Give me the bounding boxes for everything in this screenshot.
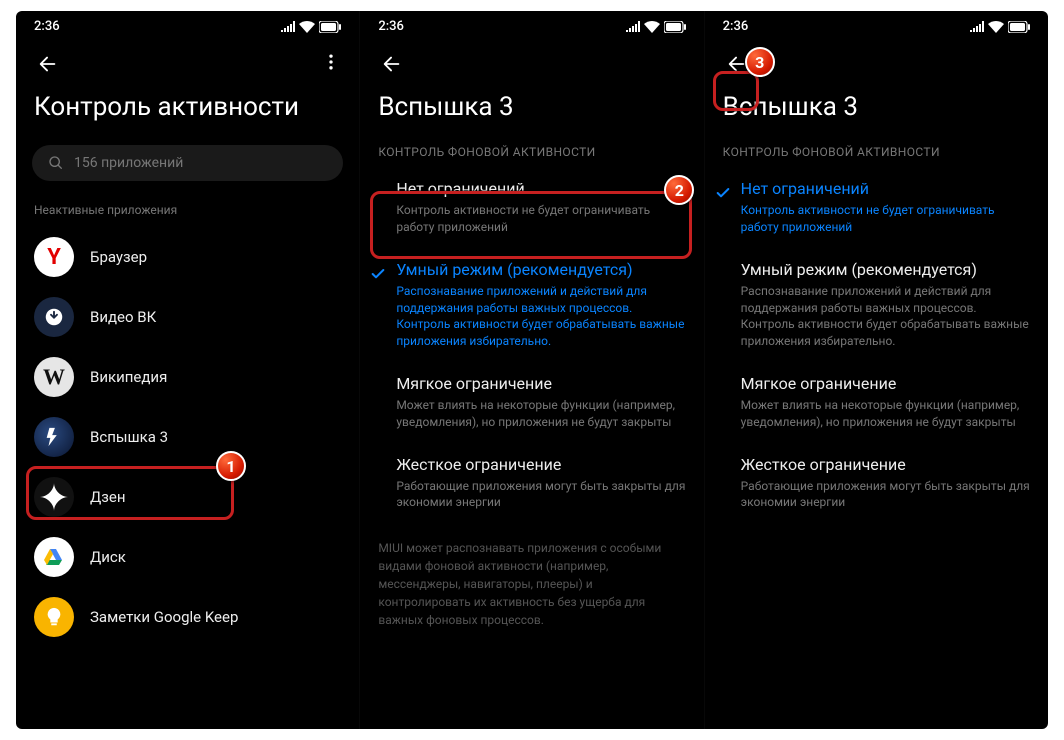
- app-item-keep[interactable]: Заметки Google Keep: [16, 587, 359, 647]
- tutorial-frame: 2:36 Контроль активности 156 приложений …: [16, 11, 1048, 729]
- search-input[interactable]: 156 приложений: [32, 145, 343, 181]
- app-item-wikipedia[interactable]: W Википедия: [16, 347, 359, 407]
- download-icon: [45, 308, 63, 326]
- option-desc: Распознавание приложений и действий для …: [396, 283, 685, 350]
- option-no-restrictions[interactable]: Нет ограничений Контроль активности не б…: [360, 169, 703, 250]
- search-placeholder: 156 приложений: [74, 155, 183, 171]
- app-icon: [34, 597, 74, 637]
- option-title: Жесткое ограничение: [741, 455, 1030, 474]
- back-button[interactable]: [723, 50, 751, 78]
- dzen-star-icon: [40, 483, 68, 511]
- more-vertical-icon: [321, 52, 341, 72]
- topbar: [360, 40, 703, 86]
- option-no-restrictions[interactable]: Нет ограничений Контроль активности не б…: [705, 169, 1048, 250]
- topbar: [16, 40, 359, 86]
- option-title: Нет ограничений: [741, 179, 1030, 198]
- app-icon: [34, 537, 74, 577]
- flash-icon: [43, 426, 65, 448]
- app-icon: [34, 297, 74, 337]
- app-icon: Y: [34, 237, 74, 277]
- option-hard[interactable]: Жесткое ограничение Работающие приложени…: [360, 445, 703, 526]
- app-item-vk[interactable]: Видео ВК: [16, 287, 359, 347]
- status-icons: [626, 21, 686, 33]
- signal-icon: [970, 21, 984, 32]
- arrow-left-icon: [381, 53, 403, 75]
- option-title: Мягкое ограничение: [741, 374, 1030, 393]
- phone-screen-3: 2:36 Вспышка 3 КОНТРОЛЬ ФОНОВОЙ АКТИВНОС…: [704, 11, 1048, 729]
- app-name: Браузер: [90, 248, 147, 266]
- wifi-icon: [988, 21, 1004, 33]
- info-text: MIUI может распознавать приложения с осо…: [360, 525, 703, 643]
- battery-icon: [664, 21, 686, 33]
- section-label: Неактивные приложения: [16, 199, 359, 227]
- app-name: Видео ВК: [90, 308, 156, 326]
- signal-icon: [626, 21, 640, 32]
- topbar: [705, 40, 1048, 86]
- page-title: Контроль активности: [16, 86, 359, 141]
- section-label: КОНТРОЛЬ ФОНОВОЙ АКТИВНОСТИ: [360, 141, 703, 169]
- option-title: Нет ограничений: [396, 179, 685, 198]
- drive-icon: [42, 545, 66, 569]
- battery-icon: [319, 21, 341, 33]
- page-title: Вспышка 3: [360, 86, 703, 141]
- battery-icon: [1008, 21, 1030, 33]
- app-name: Заметки Google Keep: [90, 608, 238, 626]
- status-bar: 2:36: [705, 11, 1048, 40]
- option-title: Умный режим (рекомендуется): [396, 260, 685, 279]
- status-icons: [970, 21, 1030, 33]
- option-soft[interactable]: Мягкое ограничение Может влиять на некот…: [360, 364, 703, 445]
- app-icon: [34, 417, 74, 457]
- wifi-icon: [299, 21, 315, 33]
- app-name: Диск: [90, 548, 126, 566]
- option-title: Умный режим (рекомендуется): [741, 260, 1030, 279]
- option-title: Мягкое ограничение: [396, 374, 685, 393]
- option-desc: Может влиять на некоторые функции (напри…: [741, 397, 1030, 431]
- status-time: 2:36: [723, 19, 749, 34]
- page-title: Вспышка 3: [705, 86, 1048, 141]
- app-icon: [34, 477, 74, 517]
- section-label: КОНТРОЛЬ ФОНОВОЙ АКТИВНОСТИ: [705, 141, 1048, 169]
- status-time: 2:36: [378, 19, 404, 34]
- status-bar: 2:36: [16, 11, 359, 40]
- phone-screen-2: 2:36 Вспышка 3 КОНТРОЛЬ ФОНОВОЙ АКТИВНОС…: [359, 11, 703, 729]
- status-time: 2:36: [34, 19, 60, 34]
- arrow-left-icon: [726, 53, 748, 75]
- phone-screen-1: 2:36 Контроль активности 156 приложений …: [16, 11, 359, 729]
- signal-icon: [281, 21, 295, 32]
- back-button[interactable]: [378, 50, 406, 78]
- option-smart[interactable]: Умный режим (рекомендуется) Распознавани…: [360, 250, 703, 364]
- check-icon: [715, 185, 731, 201]
- app-name: Википедия: [90, 368, 167, 386]
- app-item-browser[interactable]: Y Браузер: [16, 227, 359, 287]
- app-name: Вспышка 3: [90, 428, 168, 446]
- option-desc: Может влиять на некоторые функции (напри…: [396, 397, 685, 431]
- option-smart[interactable]: Умный режим (рекомендуется) Распознавани…: [705, 250, 1048, 364]
- option-desc: Распознавание приложений и действий для …: [741, 283, 1030, 350]
- app-icon: W: [34, 357, 74, 397]
- status-icons: [281, 21, 341, 33]
- option-desc: Работающие приложения могут быть закрыты…: [396, 478, 685, 512]
- option-desc: Контроль активности не будет ограничиват…: [396, 202, 685, 236]
- wifi-icon: [644, 21, 660, 33]
- back-button[interactable]: [34, 50, 62, 78]
- option-title: Жесткое ограничение: [396, 455, 685, 474]
- bulb-icon: [43, 606, 65, 628]
- status-bar: 2:36: [360, 11, 703, 40]
- app-item-dzen[interactable]: Дзен: [16, 467, 359, 527]
- more-button[interactable]: [321, 52, 341, 76]
- search-icon: [48, 155, 64, 171]
- app-item-disk[interactable]: Диск: [16, 527, 359, 587]
- option-desc: Контроль активности не будет ограничиват…: [741, 202, 1030, 236]
- option-hard[interactable]: Жесткое ограничение Работающие приложени…: [705, 445, 1048, 526]
- option-soft[interactable]: Мягкое ограничение Может влиять на некот…: [705, 364, 1048, 445]
- app-name: Дзен: [90, 488, 126, 506]
- option-desc: Работающие приложения могут быть закрыты…: [741, 478, 1030, 512]
- arrow-left-icon: [37, 53, 59, 75]
- app-item-flash[interactable]: Вспышка 3: [16, 407, 359, 467]
- check-icon: [370, 266, 386, 282]
